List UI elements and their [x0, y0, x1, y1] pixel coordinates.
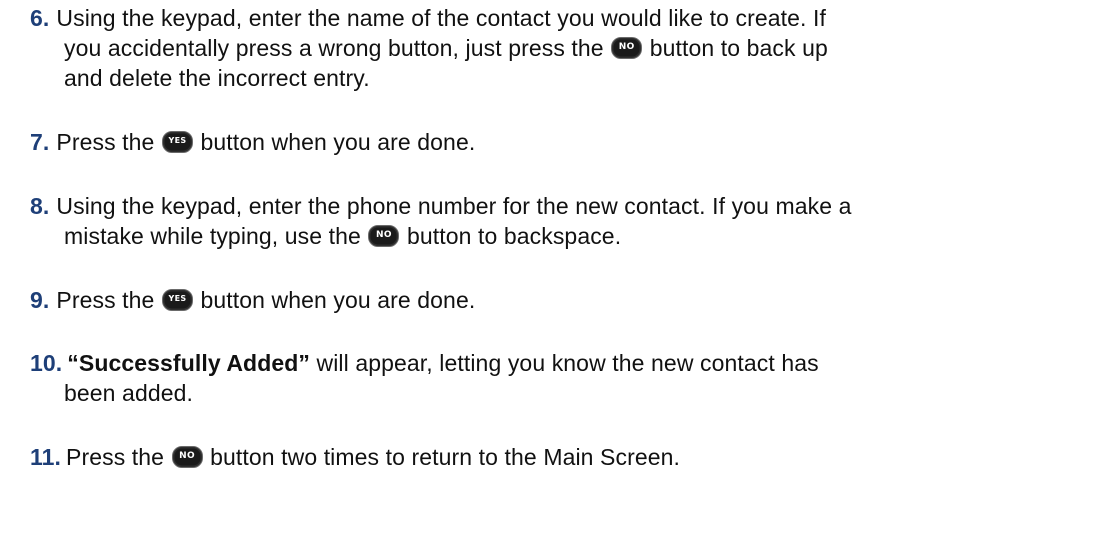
no-button-icon: NO [171, 446, 203, 468]
no-button-icon: NO [611, 37, 643, 59]
step-text: Press the [56, 287, 155, 313]
step-text: button to backspace. [406, 223, 622, 249]
step-number: 10. [30, 350, 63, 376]
step-number: 7. [30, 129, 50, 155]
no-button-label: NO [376, 230, 392, 240]
step-6: 6. Using the keypad, enter the name of th… [30, 3, 1090, 93]
step-text: button to back up [649, 35, 828, 61]
no-button-label: NO [618, 42, 635, 52]
step-text: you accidentally press a wrong button, j… [64, 35, 604, 61]
step-number: 6. [30, 5, 50, 31]
step-text: Using the keypad, enter the name of the … [56, 5, 826, 31]
status-message: “Successfully Added” [67, 350, 310, 376]
step-11: 11. Press the NO button two times to retu… [30, 442, 1090, 472]
step-continuation: you accidentally press a wrong button, j… [30, 33, 1090, 63]
step-text: button when you are done. [200, 129, 476, 155]
step-continuation: been added. [64, 380, 194, 406]
step-number: 9. [30, 287, 50, 313]
step-text: Using the keypad, enter the phone number… [56, 193, 852, 219]
step-number: 8. [30, 193, 50, 219]
step-text: button when you are done. [200, 287, 476, 313]
step-text: will appear, letting you know the new co… [316, 350, 819, 376]
instruction-page: 6. Using the keypad, enter the name of th… [0, 0, 1097, 557]
yes-button-label: YES [168, 294, 187, 303]
step-9: 9. Press the YES button when you are done… [30, 285, 1090, 315]
no-button-label: NO [179, 451, 195, 461]
step-continuation: and delete the incorrect entry. [64, 65, 370, 91]
step-continuation: mistake while typing, use the NO button … [30, 221, 1090, 251]
step-text: Press the [56, 129, 155, 155]
yes-button-label: YES [168, 136, 187, 145]
step-8: 8. Using the keypad, enter the phone numb… [30, 191, 1090, 251]
step-10: 10. “Successfully Added” will appear, let… [30, 348, 1090, 408]
step-text: Press the [66, 444, 165, 470]
step-text: mistake while typing, use the [64, 223, 361, 249]
step-7: 7. Press the YES button when you are done… [30, 127, 1090, 157]
step-text: button two times to return to the Main S… [210, 444, 681, 470]
no-button-icon: NO [368, 225, 400, 247]
yes-button-icon: YES [161, 131, 193, 153]
step-number: 11. [30, 444, 62, 470]
yes-button-icon: YES [161, 289, 193, 311]
